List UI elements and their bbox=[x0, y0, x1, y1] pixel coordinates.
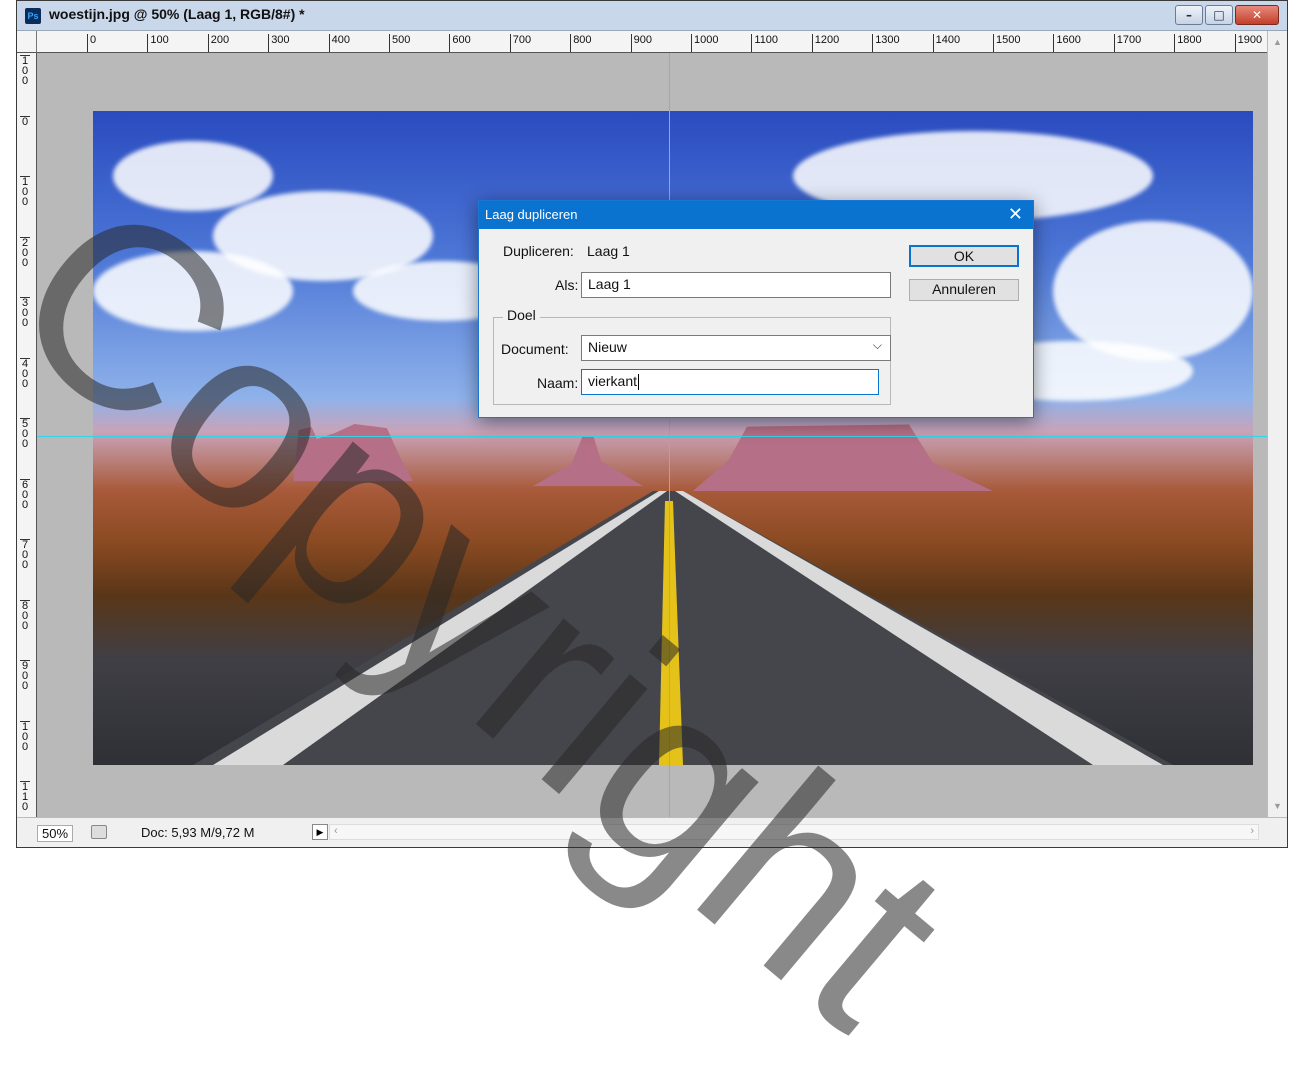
ruler-tick-label: 600 bbox=[449, 34, 471, 52]
ruler-tick-label: 100 bbox=[147, 34, 169, 52]
photoshop-document-window: Ps woestijn.jpg @ 50% (Laag 1, RGB/8#) *… bbox=[16, 0, 1288, 848]
ruler-tick-label: 1000 bbox=[691, 34, 718, 52]
title-bar[interactable]: Ps woestijn.jpg @ 50% (Laag 1, RGB/8#) *… bbox=[17, 1, 1287, 31]
ruler-tick-label: 7 0 0 bbox=[20, 539, 30, 571]
ruler-tick-label: 400 bbox=[328, 34, 350, 52]
scroll-left-icon[interactable]: ‹ bbox=[334, 825, 338, 837]
status-bar: 50% Doc: 5,93 M/9,72 M ▶ ‹ › bbox=[17, 817, 1287, 847]
ruler-tick-label: 700 bbox=[509, 34, 531, 52]
ruler-tick-label: 1 0 0 bbox=[20, 176, 30, 208]
ruler-tick-label: 200 bbox=[207, 34, 229, 52]
ruler-tick-label: 0 bbox=[87, 34, 96, 52]
document-label: Document: bbox=[501, 341, 569, 357]
name-input[interactable]: vierkant bbox=[581, 369, 879, 395]
document-size-info: Doc: 5,93 M/9,72 M bbox=[141, 825, 255, 840]
close-icon: ✕ bbox=[1251, 8, 1263, 22]
canvas-area[interactable] bbox=[37, 53, 1269, 817]
vertical-ruler[interactable]: 1 0 0 0 1 0 0 2 0 0 3 0 0 4 0 0 5 0 0 6 0 0 7 0 … bbox=[17, 53, 37, 817]
ruler-tick-label: 1100 bbox=[751, 34, 778, 52]
ruler-tick-label: 1700 bbox=[1113, 34, 1141, 52]
horizontal-guide[interactable] bbox=[37, 436, 1269, 437]
dialog-close-icon[interactable]: ✕ bbox=[1008, 204, 1023, 225]
ruler-tick-label: 1300 bbox=[872, 34, 900, 52]
dialog-title-bar[interactable]: Laag dupliceren ✕ bbox=[479, 201, 1033, 229]
ruler-tick-label: 5 0 0 bbox=[20, 418, 30, 450]
ruler-tick-label: 1500 bbox=[993, 34, 1020, 52]
photoshop-app-icon: Ps bbox=[25, 8, 41, 24]
scroll-right-icon[interactable]: › bbox=[1250, 825, 1254, 837]
text-caret bbox=[638, 374, 640, 391]
vertical-scrollbar[interactable]: ▲ ▼ bbox=[1267, 31, 1287, 817]
ruler-tick-label: 1 0 0 bbox=[20, 720, 30, 753]
chevron-down-icon: ⌵ bbox=[872, 338, 882, 352]
maximize-button[interactable]: □ bbox=[1205, 5, 1233, 25]
ruler-tick-label: 6 0 0 bbox=[20, 478, 30, 511]
scroll-down-icon[interactable]: ▼ bbox=[1273, 801, 1282, 811]
ruler-tick-label: 1600 bbox=[1053, 34, 1081, 52]
ruler-tick-label: 1200 bbox=[811, 34, 839, 52]
cancel-button[interactable]: Annuleren bbox=[909, 279, 1019, 301]
document-select[interactable]: Nieuw ⌵ bbox=[581, 335, 891, 361]
ruler-tick-label: 1400 bbox=[932, 34, 960, 52]
ruler-tick-label: 9 0 0 bbox=[20, 660, 30, 692]
ruler-tick-label: 1 0 0 bbox=[20, 55, 30, 87]
name-input-value: vierkant bbox=[588, 373, 638, 389]
duplicate-label: Dupliceren: bbox=[503, 243, 574, 259]
horizontal-ruler[interactable]: 0 100 200 300 400 500 600 700 800 900 1000 1100 1200… bbox=[37, 31, 1269, 53]
ruler-tick-label: 1900 bbox=[1234, 34, 1262, 52]
ruler-tick-label: 900 bbox=[630, 34, 652, 52]
vertical-guide[interactable] bbox=[669, 53, 670, 817]
ruler-tick-label: 300 bbox=[268, 34, 290, 52]
minimize-button[interactable]: – bbox=[1175, 5, 1203, 25]
scroll-up-icon[interactable]: ▲ bbox=[1273, 37, 1282, 47]
status-menu-arrow-icon[interactable]: ▶ bbox=[312, 824, 328, 840]
target-group-label: Doel bbox=[503, 307, 540, 323]
name-label: Naam: bbox=[537, 375, 579, 391]
as-input[interactable]: Laag 1 bbox=[581, 272, 891, 298]
close-button[interactable]: ✕ bbox=[1235, 5, 1279, 25]
ruler-tick-label: 8 0 0 bbox=[20, 599, 30, 632]
minimize-icon: – bbox=[1186, 8, 1192, 22]
ruler-tick-label: 0 bbox=[20, 115, 30, 128]
dialog-title: Laag dupliceren bbox=[485, 207, 578, 222]
ruler-tick-label: 2 0 0 bbox=[20, 236, 30, 269]
maximize-icon: □ bbox=[1213, 8, 1225, 22]
ruler-tick-label: 1 1 0 bbox=[20, 781, 30, 813]
window-controls: – □ ✕ bbox=[1175, 5, 1279, 25]
ruler-origin[interactable] bbox=[17, 31, 37, 53]
ruler-tick-label: 1800 bbox=[1174, 34, 1202, 52]
zoom-level-field[interactable]: 50% bbox=[37, 825, 74, 842]
duplicate-layer-dialog: Laag dupliceren ✕ Dupliceren: Laag 1 Als… bbox=[478, 200, 1034, 418]
horizontal-scrollbar[interactable]: ‹ › bbox=[329, 824, 1259, 840]
ruler-tick-label: 800 bbox=[570, 34, 592, 52]
ruler-tick-label: 500 bbox=[389, 34, 410, 52]
document-select-value: Nieuw bbox=[588, 339, 627, 355]
ruler-tick-label: 4 0 0 bbox=[20, 357, 30, 390]
status-info-icon[interactable] bbox=[91, 825, 107, 839]
document-title: woestijn.jpg @ 50% (Laag 1, RGB/8#) * bbox=[49, 6, 305, 22]
ruler-tick-label: 3 0 0 bbox=[20, 297, 30, 329]
ok-button[interactable]: OK bbox=[909, 245, 1019, 267]
as-label: Als: bbox=[555, 277, 579, 293]
duplicate-value: Laag 1 bbox=[587, 243, 630, 259]
